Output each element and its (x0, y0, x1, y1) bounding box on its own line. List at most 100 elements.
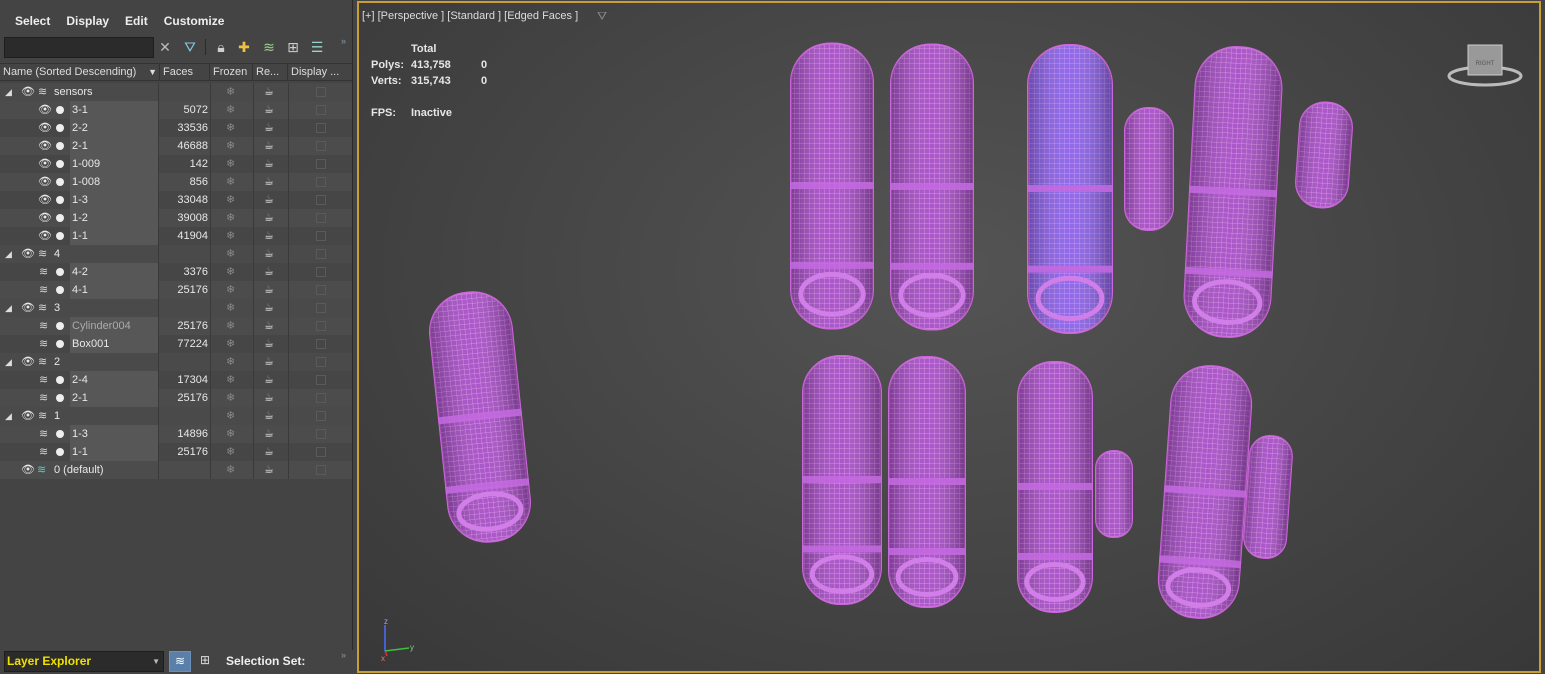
object-row[interactable]: 👁︎ 1-2 39008 ❄ ☕︎ (0, 209, 352, 227)
display-toggle[interactable] (316, 339, 326, 349)
layers-icon[interactable]: ≋ (260, 38, 278, 56)
object-name[interactable]: 2-1 (72, 389, 88, 407)
display-toggle[interactable] (316, 375, 326, 385)
render-teapot-icon[interactable]: ☕︎ (264, 173, 274, 191)
freeze-icon[interactable]: ❄ (226, 371, 235, 389)
display-toggle[interactable] (316, 447, 326, 457)
menu-edit[interactable]: Edit (117, 10, 156, 32)
hierarchy-icon[interactable]: ⊞ (284, 38, 302, 56)
render-teapot-icon[interactable]: ☕︎ (264, 137, 274, 155)
layer-stack-icon[interactable]: ≋ (39, 371, 48, 389)
column-display-header[interactable]: Display ... (288, 64, 352, 81)
eye-icon[interactable]: 👁︎ (38, 227, 52, 245)
display-toggle[interactable] (316, 411, 326, 421)
freeze-icon[interactable]: ❄ (226, 83, 235, 101)
capsule-small-1[interactable] (1124, 107, 1174, 231)
viewport-scene[interactable]: RIGHT z y x (359, 3, 1539, 671)
eye-icon[interactable]: 👁︎ (21, 353, 35, 371)
viewcube[interactable]: RIGHT (1447, 44, 1523, 87)
expand-triangle-icon[interactable]: ◢ (5, 299, 12, 317)
display-toggle[interactable] (316, 285, 326, 295)
menu-display[interactable]: Display (58, 10, 117, 32)
sort-by-layer-button[interactable]: ≋ (169, 651, 191, 672)
object-row[interactable]: ≋ 4-1 25176 ❄ ☕︎ (0, 281, 352, 299)
eye-icon[interactable]: 👁︎ (38, 173, 52, 191)
explorer-type-dropdown[interactable]: Layer Explorer ▼ (4, 651, 164, 672)
object-name[interactable]: Cylinder004 (72, 317, 131, 335)
menu-select[interactable]: Select (0, 10, 58, 32)
filter-icon[interactable]: ⛛ (181, 38, 199, 56)
eye-icon[interactable]: 👁︎ (38, 137, 52, 155)
viewport-filter-icon[interactable]: ⛛ (597, 9, 607, 24)
object-row[interactable]: ≋ 2-4 17304 ❄ ☕︎ (0, 371, 352, 389)
capsule-top-1[interactable] (790, 42, 874, 330)
render-teapot-icon[interactable]: ☕︎ (264, 119, 274, 137)
layer-stack-icon[interactable]: ≋ (39, 317, 48, 335)
capsule-bottom-2[interactable] (888, 356, 966, 608)
freeze-icon[interactable]: ❄ (226, 137, 235, 155)
layer-name[interactable]: 3 (54, 299, 60, 317)
capsule-small-2[interactable] (1294, 101, 1353, 209)
layer-stack-icon[interactable]: ≋ (39, 263, 48, 281)
object-name[interactable]: 2-1 (72, 137, 88, 155)
render-teapot-icon[interactable]: ☕︎ (264, 461, 274, 479)
object-row[interactable]: ≋ Box001 77224 ❄ ☕︎ (0, 335, 352, 353)
capsule-small-3[interactable] (1095, 450, 1133, 538)
render-teapot-icon[interactable]: ☕︎ (264, 281, 274, 299)
capsule-standalone[interactable] (425, 288, 535, 545)
render-teapot-icon[interactable]: ☕︎ (264, 209, 274, 227)
capsule-bottom-1[interactable] (802, 355, 882, 605)
stack-icon[interactable]: ☰ (308, 38, 326, 56)
object-row[interactable]: 👁︎ 1-1 41904 ❄ ☕︎ (0, 227, 352, 245)
freeze-icon[interactable]: ❄ (226, 263, 235, 281)
layer-name[interactable]: 0 (default) (54, 461, 104, 479)
object-name[interactable]: 1-3 (72, 191, 88, 209)
object-name[interactable]: 1-008 (72, 173, 100, 191)
display-toggle[interactable] (316, 465, 326, 475)
display-toggle[interactable] (316, 231, 326, 241)
capsule-top-4[interactable] (1181, 45, 1284, 339)
menu-customize[interactable]: Customize (156, 10, 233, 32)
display-toggle[interactable] (316, 195, 326, 205)
freeze-icon[interactable]: ❄ (226, 281, 235, 299)
freeze-icon[interactable]: ❄ (226, 299, 235, 317)
expand-triangle-icon[interactable]: ◢ (5, 83, 12, 101)
render-teapot-icon[interactable]: ☕︎ (264, 191, 274, 209)
eye-icon[interactable]: 👁︎ (21, 299, 35, 317)
eye-icon[interactable]: 👁︎ (21, 83, 35, 101)
layer-row[interactable]: ◢ 👁︎ ≋ sensors ❄ ☕︎ (0, 83, 352, 101)
lock-icon[interactable]: 🔒︎ (212, 38, 230, 56)
freeze-icon[interactable]: ❄ (226, 227, 235, 245)
render-teapot-icon[interactable]: ☕︎ (264, 335, 274, 353)
eye-icon[interactable]: 👁︎ (38, 191, 52, 209)
layer-stack-icon[interactable]: ≋ (39, 425, 48, 443)
display-toggle[interactable] (316, 393, 326, 403)
freeze-icon[interactable]: ❄ (226, 101, 235, 119)
render-teapot-icon[interactable]: ☕︎ (264, 353, 274, 371)
layer-row[interactable]: ◢ 👁︎ ≋ 3 ❄ ☕︎ (0, 299, 352, 317)
expand-icon[interactable]: » (341, 650, 346, 660)
display-toggle[interactable] (316, 177, 326, 187)
object-row[interactable]: ≋ Cylinder004 25176 ❄ ☕︎ (0, 317, 352, 335)
freeze-icon[interactable]: ❄ (226, 425, 235, 443)
eye-icon[interactable]: 👁︎ (38, 155, 52, 173)
layer-stack-icon[interactable]: ≋ (39, 335, 48, 353)
render-teapot-icon[interactable]: ☕︎ (264, 371, 274, 389)
eye-icon[interactable]: 👁︎ (38, 209, 52, 227)
display-toggle[interactable] (316, 105, 326, 115)
freeze-icon[interactable]: ❄ (226, 119, 235, 137)
eye-icon[interactable]: 👁︎ (21, 461, 35, 479)
perspective-viewport[interactable]: RIGHT z y x [+] [Perspective ] [Standard… (357, 1, 1541, 673)
object-row[interactable]: 👁︎ 2-1 46688 ❄ ☕︎ (0, 137, 352, 155)
display-toggle[interactable] (316, 87, 326, 97)
freeze-icon[interactable]: ❄ (226, 155, 235, 173)
eye-icon[interactable]: 👁︎ (21, 245, 35, 263)
render-teapot-icon[interactable]: ☕︎ (264, 407, 274, 425)
render-teapot-icon[interactable]: ☕︎ (264, 317, 274, 335)
object-name[interactable]: 4-1 (72, 281, 88, 299)
expand-triangle-icon[interactable]: ◢ (5, 245, 12, 263)
object-row[interactable]: 👁︎ 1-008 856 ❄ ☕︎ (0, 173, 352, 191)
render-teapot-icon[interactable]: ☕︎ (264, 263, 274, 281)
freeze-icon[interactable]: ❄ (226, 335, 235, 353)
render-teapot-icon[interactable]: ☕︎ (264, 443, 274, 461)
